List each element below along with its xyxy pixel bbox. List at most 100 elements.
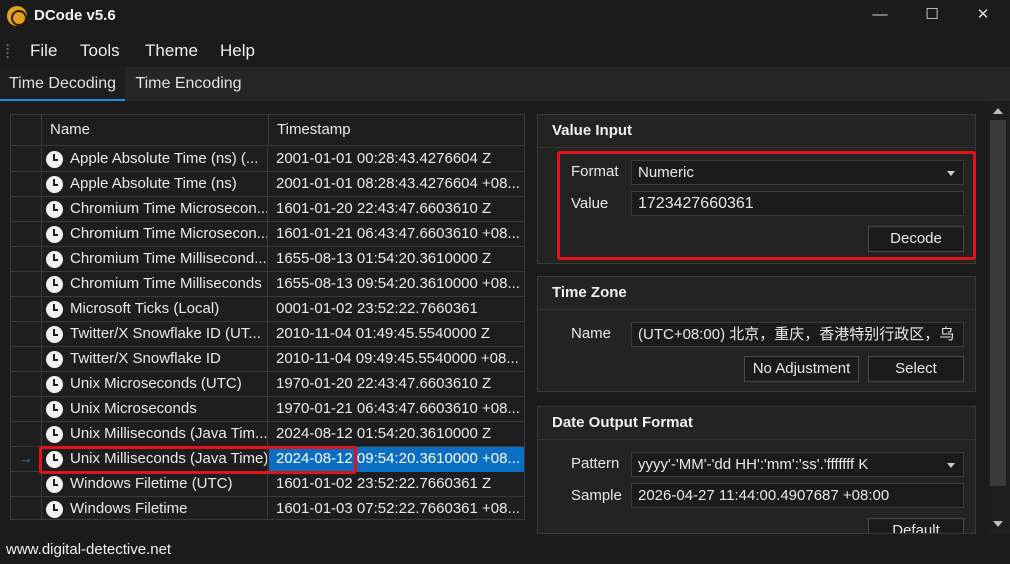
clock-icon [46, 351, 63, 368]
row-name: Windows Filetime (UTC) [70, 475, 233, 492]
row-name-cell: Microsoft Ticks (Local) [41, 297, 268, 322]
row-name-cell: Apple Absolute Time (ns) (... [41, 147, 268, 172]
current-row-arrow-icon: → [19, 451, 33, 466]
maximize-button[interactable]: ☐ [909, 0, 955, 32]
menu-tools[interactable]: Tools [80, 41, 120, 61]
value-input-panel: Value Input Format Numeric Value 1723427… [537, 114, 976, 264]
clock-icon [46, 226, 63, 243]
date-output-format-panel: Date Output Format Pattern yyyy'-'MM'-'d… [537, 406, 976, 534]
menu-theme[interactable]: Theme [145, 41, 198, 61]
row-gutter [11, 422, 41, 447]
list-row[interactable]: Chromium Time Milliseconds 1655-08-13 09:… [11, 272, 524, 297]
divider [538, 147, 975, 148]
decode-button[interactable]: Decode [868, 226, 964, 252]
pattern-dropdown[interactable]: yyyy'-'MM'-'dd HH':'mm':'ss'.'fffffff K [631, 452, 964, 477]
list-row[interactable]: Apple Absolute Time (ns) 2001-01-01 08:28… [11, 172, 524, 197]
row-gutter [11, 172, 41, 197]
list-row[interactable]: → Unix Milliseconds (Java Time) 2024-08-12… [11, 447, 524, 472]
list-row[interactable]: Apple Absolute Time (ns) (... 2001-01-01 … [11, 147, 524, 172]
minimize-button[interactable]: — [857, 0, 903, 32]
tab-time-encoding[interactable]: Time Encoding [127, 67, 250, 101]
close-button[interactable]: ✕ [960, 0, 1006, 32]
menu-help[interactable]: Help [220, 41, 255, 61]
select-time-zone-button[interactable]: Select [868, 356, 964, 382]
row-timestamp: 2001-01-01 08:28:43.4276604 +08... [276, 175, 520, 192]
list-row[interactable]: Windows Filetime (UTC) 1601-01-02 23:52:2… [11, 472, 524, 497]
row-name-cell: Twitter/X Snowflake ID [41, 347, 268, 372]
default-button[interactable]: Default [868, 518, 964, 533]
decoded-times-list[interactable]: Name Timestamp Apple Absolute Time (ns) … [10, 114, 525, 520]
footer-website-link[interactable]: www.digital-detective.net [6, 541, 171, 558]
row-name: Unix Milliseconds (Java Time) [70, 450, 268, 467]
row-gutter [11, 272, 41, 297]
list-row[interactable]: Twitter/X Snowflake ID (UT... 2010-11-04 … [11, 322, 524, 347]
dcode-logo-icon [7, 6, 27, 26]
list-row[interactable]: Chromium Time Millisecond... 1655-08-13 0… [11, 247, 524, 272]
list-row[interactable]: Unix Milliseconds (Java Tim... 2024-08-12… [11, 422, 524, 447]
row-timestamp: 2024-08-12 09:54:20.3610000 +08... [269, 447, 524, 472]
row-name-cell: Chromium Time Millisecond... [41, 247, 268, 272]
clock-icon [46, 301, 63, 318]
scrollbar-thumb[interactable] [990, 120, 1006, 486]
format-dropdown[interactable]: Numeric [631, 160, 964, 185]
tab-strip: Time Decoding Time Encoding [0, 67, 1010, 101]
row-name-cell: Apple Absolute Time (ns) [41, 172, 268, 197]
time-zone-panel: Time Zone Name (UTC+08:00) 北京，重庆，香港特别行政区… [537, 276, 976, 392]
row-name: Chromium Time Microsecon... [70, 200, 268, 217]
column-header-timestamp[interactable]: Timestamp [268, 115, 524, 146]
tab-time-decoding[interactable]: Time Decoding [0, 67, 125, 101]
row-timestamp: 1655-08-13 09:54:20.3610000 +08... [276, 275, 520, 292]
right-panel-scrollbar[interactable] [988, 102, 1010, 534]
list-row[interactable]: Chromium Time Microsecon... 1601-01-21 06… [11, 222, 524, 247]
list-row[interactable]: Microsoft Ticks (Local) 0001-01-02 23:52:… [11, 297, 524, 322]
value-input-title: Value Input [552, 122, 633, 139]
row-name: Twitter/X Snowflake ID (UT... [70, 325, 261, 342]
list-row[interactable]: Twitter/X Snowflake ID 2010-11-04 09:49:4… [11, 347, 524, 372]
scroll-up-arrow-icon[interactable] [993, 108, 1003, 114]
row-timestamp: 2024-08-12 01:54:20.3610000 Z [276, 425, 492, 442]
pattern-value: yyyy'-'MM'-'dd HH':'mm':'ss'.'fffffff K [638, 456, 869, 473]
chevron-down-icon [947, 463, 955, 468]
divider [538, 309, 975, 310]
list-row[interactable]: Unix Microseconds 1970-01-21 06:43:47.660… [11, 397, 524, 422]
row-name-cell: Unix Microseconds [41, 397, 268, 422]
list-row[interactable]: Unix Microseconds (UTC) 1970-01-20 22:43:… [11, 372, 524, 397]
clock-icon [46, 201, 63, 218]
row-name-cell: Chromium Time Microsecon... [41, 197, 268, 222]
row-name: Apple Absolute Time (ns) (... [70, 150, 259, 167]
row-gutter [11, 222, 41, 247]
time-zone-title: Time Zone [552, 284, 627, 301]
list-row[interactable]: Chromium Time Microsecon... 1601-01-20 22… [11, 197, 524, 222]
list-row[interactable]: Windows Filetime 1601-01-03 07:52:22.7660… [11, 497, 524, 519]
scroll-down-arrow-icon[interactable] [993, 521, 1003, 527]
row-name: Chromium Time Microsecon... [70, 225, 268, 242]
sample-label: Sample [571, 487, 622, 504]
clock-icon [46, 176, 63, 193]
row-name-cell: Unix Milliseconds (Java Tim... [41, 422, 268, 447]
value-label: Value [571, 195, 609, 212]
row-timestamp: 1970-01-21 06:43:47.6603610 +08... [276, 400, 520, 417]
row-gutter [11, 197, 41, 222]
row-timestamp: 1601-01-02 23:52:22.7660361 Z [276, 475, 492, 492]
row-gutter [11, 497, 41, 519]
time-zone-name-label: Name [571, 325, 612, 342]
row-timestamp: 1601-01-21 06:43:47.6603610 +08... [276, 225, 520, 242]
no-adjustment-button[interactable]: No Adjustment [744, 356, 859, 382]
clock-icon [46, 501, 63, 518]
value-input-field[interactable]: 1723427660361 [631, 191, 964, 216]
row-name-cell: Unix Microseconds (UTC) [41, 372, 268, 397]
column-header-name[interactable]: Name [41, 115, 269, 146]
menu-file[interactable]: File [30, 41, 57, 61]
row-name: Microsoft Ticks (Local) [70, 300, 220, 317]
row-gutter [11, 372, 41, 397]
row-gutter [11, 247, 41, 272]
clock-icon [46, 426, 63, 443]
row-gutter [11, 322, 41, 347]
format-value: Numeric [638, 164, 694, 181]
row-gutter [11, 397, 41, 422]
app-title: DCode v5.6 [34, 7, 116, 24]
row-timestamp: 1970-01-20 22:43:47.6603610 Z [276, 375, 492, 392]
date-output-title: Date Output Format [552, 414, 693, 431]
row-name-cell: Unix Milliseconds (Java Time) [41, 447, 268, 472]
row-name: Twitter/X Snowflake ID [70, 350, 221, 367]
